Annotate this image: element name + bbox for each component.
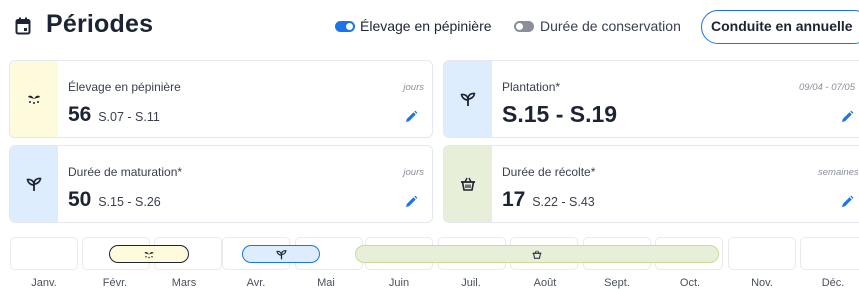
- nursery-period-bar[interactable]: [109, 245, 189, 263]
- conservation-toggle-label[interactable]: Durée de conservation: [540, 18, 681, 34]
- maturation-card: Durée de maturation* jours 50 S.15 - S.2…: [9, 145, 433, 223]
- month-label: Oct.: [679, 277, 701, 289]
- plant-icon: [460, 91, 476, 107]
- month-label: Mai: [317, 277, 335, 289]
- harvest-card-label: Durée de récolte*: [502, 165, 596, 179]
- edit-harvest-pencil-icon[interactable]: [840, 195, 854, 209]
- nursery-card-range: S.07 - S.11: [98, 110, 160, 124]
- plant-icon: [26, 176, 42, 192]
- nursery-toggle[interactable]: [335, 21, 355, 32]
- nursery-card-side: [10, 61, 58, 137]
- harvest-card-side: [444, 146, 492, 222]
- month-label: Avr.: [246, 277, 266, 289]
- harvest-card-unit: semaines: [818, 167, 859, 178]
- timeline-cell: [800, 237, 859, 270]
- edit-maturation-pencil-icon[interactable]: [404, 195, 418, 209]
- nursery-card-label: Élevage en pépinière: [68, 80, 181, 94]
- month-label: Mars: [171, 277, 197, 289]
- maturation-card-unit: jours: [403, 167, 424, 178]
- seedling-sprout-icon: [26, 93, 42, 105]
- planting-card-side: [444, 61, 492, 137]
- harvest-card-range: S.22 - S.43: [532, 195, 595, 209]
- planting-card: Plantation* 09/04 - 07/05 S.15 - S.19: [443, 60, 859, 138]
- maturation-card-side: [10, 146, 58, 222]
- maturation-card-value: 50: [68, 188, 92, 211]
- month-label: Nov.: [751, 277, 773, 289]
- planting-period-bar[interactable]: [242, 245, 320, 263]
- nursery-toggle-label[interactable]: Élevage en pépinière: [360, 18, 492, 34]
- plant-icon: [275, 249, 287, 260]
- timeline-cell: [728, 237, 796, 270]
- planting-card-label: Plantation*: [502, 80, 561, 94]
- nursery-card-unit: jours: [403, 82, 424, 93]
- edit-planting-pencil-icon[interactable]: [840, 110, 854, 124]
- planting-card-value: S.15 - S.19: [502, 101, 618, 127]
- month-label: Août: [533, 277, 557, 289]
- maturation-card-range: S.15 - S.26: [98, 195, 161, 209]
- maturation-card-value-row: 50 S.15 - S.26: [68, 188, 161, 212]
- month-label: Juil.: [461, 277, 481, 289]
- annual-mode-button[interactable]: Conduite en annuelle: [701, 10, 859, 44]
- toggle-knob: [516, 23, 523, 30]
- nursery-card: Élevage en pépinière jours 56 S.07 - S.1…: [9, 60, 433, 138]
- month-label: Déc.: [821, 277, 845, 289]
- basket-icon: [460, 177, 476, 191]
- month-label: Janv.: [31, 277, 57, 289]
- timeline-cell: [10, 237, 78, 270]
- nursery-card-value-row: 56 S.07 - S.11: [68, 103, 160, 127]
- calendar-icon: [15, 17, 31, 35]
- month-label: Juin: [388, 277, 410, 289]
- harvest-card: Durée de récolte* semaines 17 S.22 - S.4…: [443, 145, 859, 223]
- edit-nursery-pencil-icon[interactable]: [404, 110, 418, 124]
- harvest-card-value: 17: [502, 188, 526, 211]
- toggle-knob: [346, 23, 353, 30]
- seedling-sprout-icon: [143, 250, 155, 259]
- planting-card-dates: 09/04 - 07/05: [799, 82, 855, 93]
- basket-icon: [532, 250, 542, 259]
- harvest-card-value-row: 17 S.22 - S.43: [502, 188, 595, 212]
- nursery-card-value: 56: [68, 103, 92, 126]
- month-label: Févr.: [102, 277, 128, 289]
- conservation-toggle[interactable]: [514, 21, 534, 32]
- month-label: Sept.: [604, 277, 630, 289]
- harvest-period-bar[interactable]: [355, 245, 719, 263]
- maturation-card-label: Durée de maturation*: [68, 165, 183, 179]
- page-title: Périodes: [46, 10, 154, 38]
